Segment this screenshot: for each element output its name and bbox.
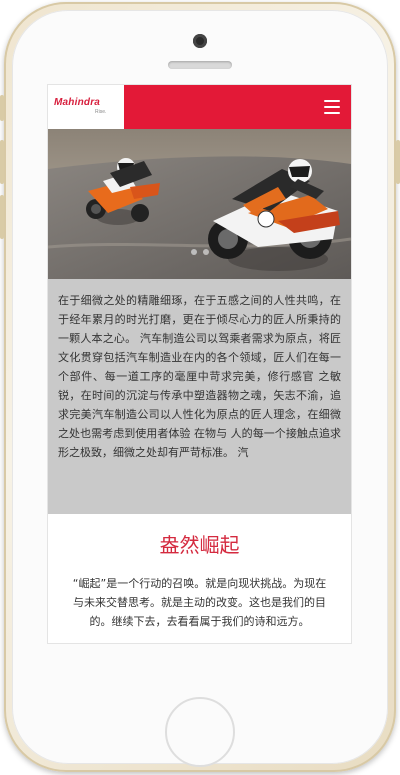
volume-up-button xyxy=(0,140,4,184)
header-bar xyxy=(124,85,351,129)
section-text: “崛起”是一个行动的召唤。就是向现状挑战。为现在与未来交替思考。就是主动的改变。… xyxy=(72,577,327,628)
slider-dot-1[interactable] xyxy=(190,249,197,255)
web-page: Mahindra Rise. 在于细微之处的精雕细琢，在于五感之间的人性共鸣，在… xyxy=(48,85,351,643)
intro-fade xyxy=(48,464,351,514)
rise-section: 盎然崛起 “崛起”是一个行动的召唤。就是向现状挑战。为现在与未来交替思考。就是主… xyxy=(48,514,351,643)
home-button[interactable] xyxy=(165,697,235,767)
hamburger-menu-icon[interactable] xyxy=(321,96,343,118)
power-button xyxy=(396,140,400,184)
section-title: 盎然崛起 xyxy=(159,533,240,557)
intro-section: 在于细微之处的精雕细琢，在于五感之间的人性共鸣，在于经年累月的时光打磨，更在于倾… xyxy=(48,279,351,514)
site-header: Mahindra Rise. xyxy=(48,85,351,129)
earpiece-speaker xyxy=(168,61,232,69)
slider-dot-2[interactable] xyxy=(202,249,209,255)
mute-switch xyxy=(0,95,4,121)
brand-logo[interactable]: Mahindra Rise. xyxy=(48,85,124,129)
brand-logo-text: Mahindra xyxy=(54,97,101,108)
intro-text: 在于细微之处的精雕细琢，在于五感之间的人性共鸣，在于经年累月的时光打磨，更在于倾… xyxy=(58,294,341,459)
brand-logo-sub: Rise. xyxy=(95,109,107,115)
volume-down-button xyxy=(0,195,4,239)
slider-dots xyxy=(48,249,351,259)
front-camera xyxy=(193,34,207,48)
